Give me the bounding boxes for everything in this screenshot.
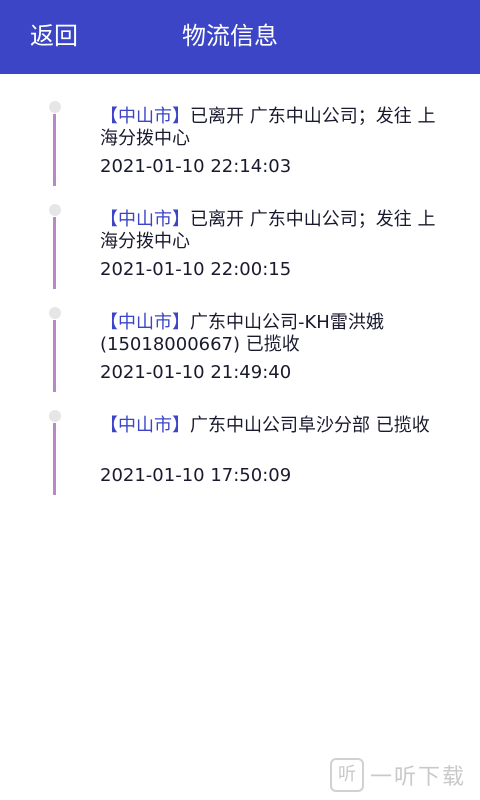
timeline-line — [53, 320, 56, 392]
entry-city: 【中山市】 — [100, 415, 190, 436]
entry-timestamp: 2021-01-10 22:00:15 — [100, 259, 292, 280]
timeline-line — [53, 114, 56, 186]
timeline-entry: 【中山市】广东中山公司-KH雷洪娥(15018000667) 已揽收 2021-… — [0, 280, 480, 392]
entry-message: 广东中山公司阜沙分部 已揽收 — [190, 415, 430, 436]
timeline-entry: 【中山市】已离开 广东中山公司；发往 上海分拨中心 2021-01-10 22:… — [0, 177, 480, 289]
watermark-logo-icon: 听 — [329, 758, 364, 792]
entry-description: 【中山市】已离开 广东中山公司；发往 上海分拨中心 — [100, 209, 450, 253]
entry-description: 【中山市】广东中山公司阜沙分部 已揽收 — [100, 415, 450, 437]
timeline-entry: 【中山市】已离开 广东中山公司；发往 上海分拨中心 2021-01-10 22:… — [0, 74, 480, 186]
entry-description: 【中山市】已离开 广东中山公司；发往 上海分拨中心 — [100, 106, 450, 150]
timeline-line — [53, 217, 56, 289]
entry-timestamp: 2021-01-10 21:49:40 — [100, 362, 292, 383]
timeline-dot-icon — [49, 204, 61, 216]
timeline-entry: 【中山市】广东中山公司阜沙分部 已揽收 2021-01-10 17:50:09 — [0, 383, 480, 495]
back-button[interactable]: 返回 — [30, 20, 78, 52]
app-header: 返回 物流信息 — [0, 0, 480, 74]
entry-city: 【中山市】 — [100, 209, 190, 230]
timeline-dot-icon — [49, 101, 61, 113]
entry-timestamp: 2021-01-10 22:14:03 — [100, 156, 292, 177]
entry-city: 【中山市】 — [100, 312, 190, 333]
logistics-timeline: 【中山市】已离开 广东中山公司；发往 上海分拨中心 2021-01-10 22:… — [0, 74, 480, 495]
watermark-text: 一听下载 — [369, 765, 466, 790]
watermark: 听 一听下载 — [329, 758, 466, 792]
entry-timestamp: 2021-01-10 17:50:09 — [100, 465, 292, 486]
timeline-dot-icon — [49, 307, 61, 319]
entry-description: 【中山市】广东中山公司-KH雷洪娥(15018000667) 已揽收 — [100, 312, 450, 356]
timeline-dot-icon — [49, 410, 61, 422]
timeline-line — [53, 423, 56, 495]
page-title: 物流信息 — [182, 22, 278, 50]
entry-city: 【中山市】 — [100, 106, 190, 127]
